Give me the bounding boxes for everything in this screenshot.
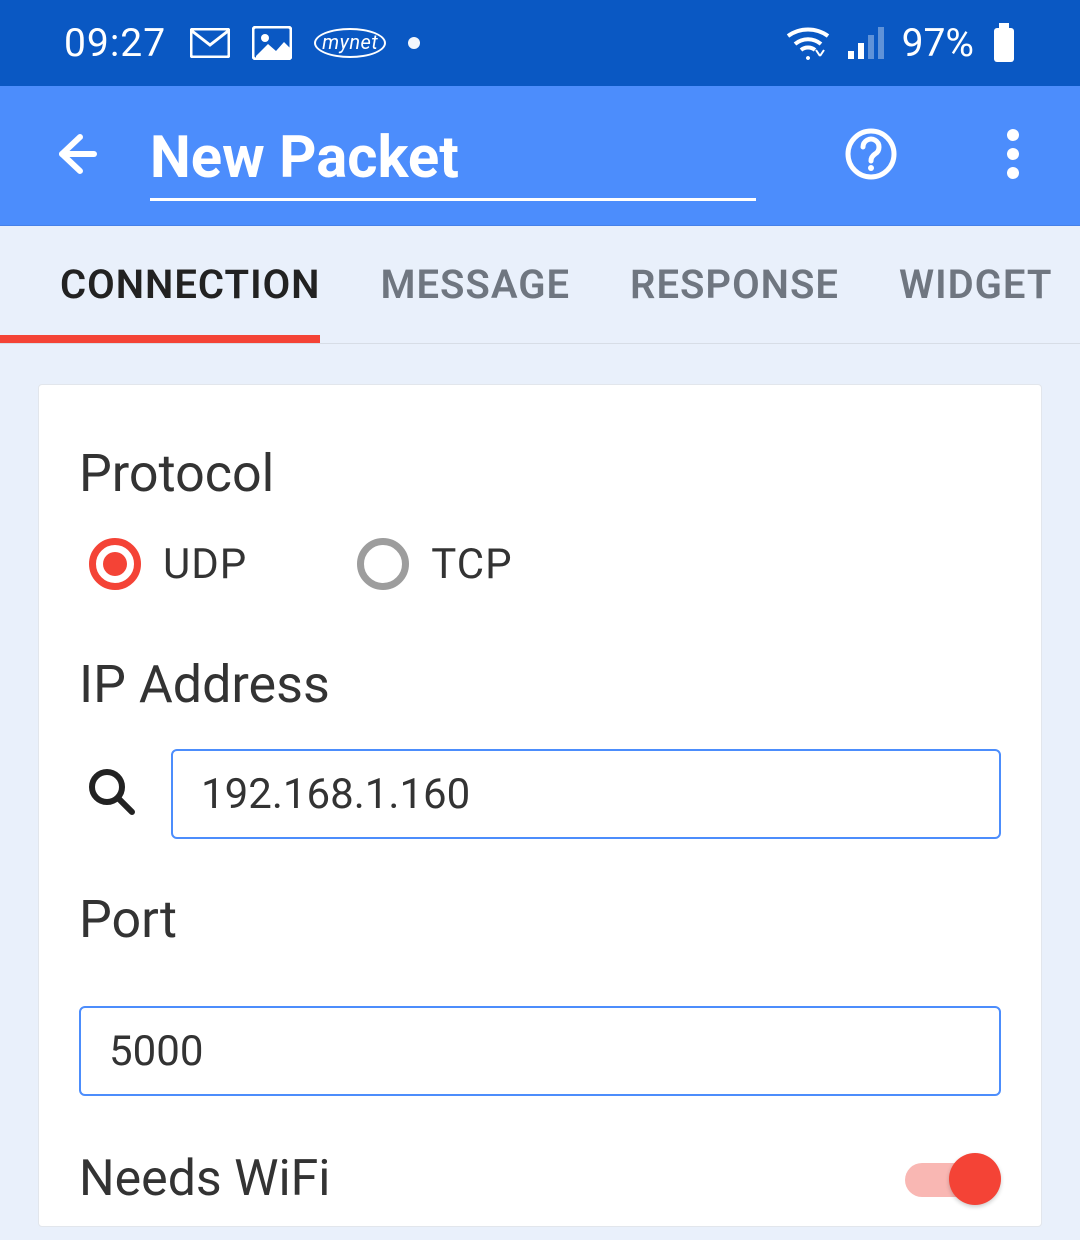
- image-icon: [252, 26, 292, 60]
- search-icon: [86, 766, 138, 822]
- page-title-wrap[interactable]: New Packet: [150, 110, 756, 201]
- status-time: 09:27: [64, 20, 166, 66]
- toggle-knob-icon: [949, 1153, 1001, 1205]
- radio-label: UDP: [163, 540, 247, 589]
- tab-label: WIDGET: [899, 261, 1052, 308]
- connection-card: Protocol UDP TCP IP Address Port: [38, 384, 1042, 1227]
- wifi-icon: [786, 26, 830, 60]
- radio-tcp[interactable]: TCP: [357, 538, 512, 590]
- needs-wifi-label: Needs WiFi: [79, 1150, 330, 1208]
- port-input[interactable]: [79, 1006, 1001, 1096]
- help-icon: [844, 127, 898, 185]
- ip-label: IP Address: [79, 654, 1001, 715]
- ip-input[interactable]: [171, 749, 1001, 839]
- status-right: 97%: [786, 20, 1016, 66]
- mail-icon: [190, 28, 230, 58]
- tab-label: CONNECTION: [60, 261, 320, 308]
- protocol-radio-group: UDP TCP: [79, 538, 1001, 590]
- tab-label: RESPONSE: [630, 261, 839, 308]
- port-label: Port: [79, 889, 1001, 950]
- tab-bar: CONNECTION MESSAGE RESPONSE WIDGET S: [0, 226, 1080, 344]
- status-icons-left: mynet: [190, 26, 420, 60]
- overflow-menu-button[interactable]: [984, 120, 1042, 192]
- port-section: Port: [79, 889, 1001, 1096]
- notification-dot-icon: [408, 37, 420, 49]
- carrier-icon: mynet: [314, 28, 386, 58]
- status-bar: 09:27 mynet 97%: [0, 0, 1080, 86]
- radio-udp[interactable]: UDP: [89, 538, 247, 590]
- tab-widget[interactable]: WIDGET: [869, 226, 1080, 343]
- needs-wifi-toggle[interactable]: [905, 1153, 1001, 1205]
- tab-response[interactable]: RESPONSE: [600, 226, 869, 343]
- back-button[interactable]: [40, 120, 110, 192]
- battery-icon: [992, 23, 1016, 63]
- battery-percentage: 97%: [902, 20, 974, 66]
- page-title: New Packet: [150, 110, 756, 201]
- radio-icon: [357, 538, 409, 590]
- signal-icon: [848, 27, 884, 59]
- radio-icon: [89, 538, 141, 590]
- needs-wifi-row: Needs WiFi: [79, 1150, 1001, 1226]
- tab-label: MESSAGE: [380, 261, 570, 308]
- help-button[interactable]: [836, 120, 906, 192]
- ip-section: IP Address: [79, 654, 1001, 839]
- search-ip-button[interactable]: [79, 761, 145, 827]
- status-left: 09:27 mynet: [64, 20, 420, 66]
- ip-input-row: [79, 749, 1001, 839]
- tab-connection[interactable]: CONNECTION: [30, 226, 350, 343]
- more-vert-icon: [1006, 127, 1020, 185]
- protocol-label: Protocol: [79, 443, 1001, 504]
- radio-label: TCP: [431, 540, 512, 589]
- back-arrow-icon: [50, 129, 100, 183]
- tab-message[interactable]: MESSAGE: [350, 226, 600, 343]
- app-bar: New Packet: [0, 86, 1080, 226]
- protocol-section: Protocol UDP TCP: [79, 443, 1001, 590]
